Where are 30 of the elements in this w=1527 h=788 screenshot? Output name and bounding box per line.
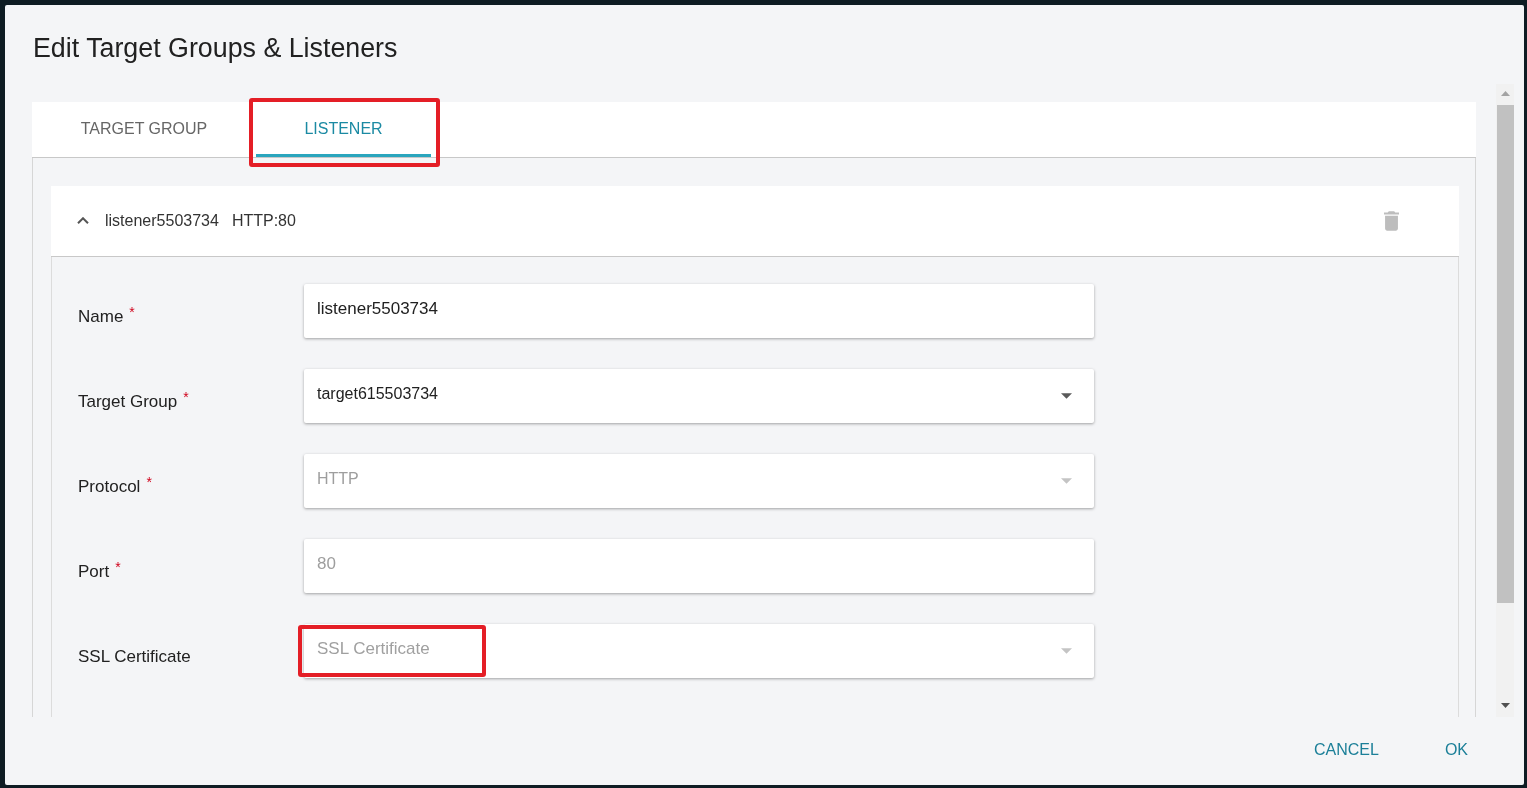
caret-down-icon: [1061, 478, 1072, 484]
select-field: HTTP: [304, 454, 1094, 508]
listener-name: listener5503734: [105, 211, 219, 231]
required-asterisk: *: [146, 475, 152, 490]
field-label: Protocol: [78, 476, 141, 499]
dialog-title: Edit Target Groups & Listeners: [33, 33, 398, 63]
select-field[interactable]: target615503734: [304, 369, 1094, 423]
field-label: SSL Certificate: [78, 646, 191, 669]
field-label: Port: [78, 561, 110, 584]
field-label: Name: [78, 306, 124, 329]
required-asterisk: *: [115, 560, 121, 575]
required-asterisk: *: [183, 390, 189, 405]
scroll-down-icon[interactable]: [1500, 703, 1510, 708]
listener-header[interactable]: listener5503734 HTTP:80: [51, 186, 1459, 257]
text-input: 80: [304, 539, 1094, 593]
trash-icon[interactable]: [1384, 211, 1399, 231]
caret-down-icon: [1061, 648, 1072, 654]
dialog-button[interactable]: CANCEL: [1297, 732, 1395, 768]
scroll-up-icon[interactable]: [1500, 91, 1510, 96]
tab[interactable]: LISTENER: [256, 102, 431, 157]
dialog-button[interactable]: OK: [1428, 732, 1484, 768]
caret-down-icon[interactable]: [1061, 393, 1072, 399]
text-input[interactable]: listener5503734: [304, 284, 1094, 338]
listener-summary: HTTP:80: [231, 211, 296, 231]
scrollbar[interactable]: [1496, 84, 1514, 717]
tab[interactable]: TARGET GROUP: [32, 102, 248, 157]
field-label: Target Group: [78, 391, 178, 414]
chevron-up-icon[interactable]: [77, 217, 89, 225]
scrollbar-thumb[interactable]: [1496, 105, 1514, 603]
required-asterisk: *: [129, 305, 135, 320]
